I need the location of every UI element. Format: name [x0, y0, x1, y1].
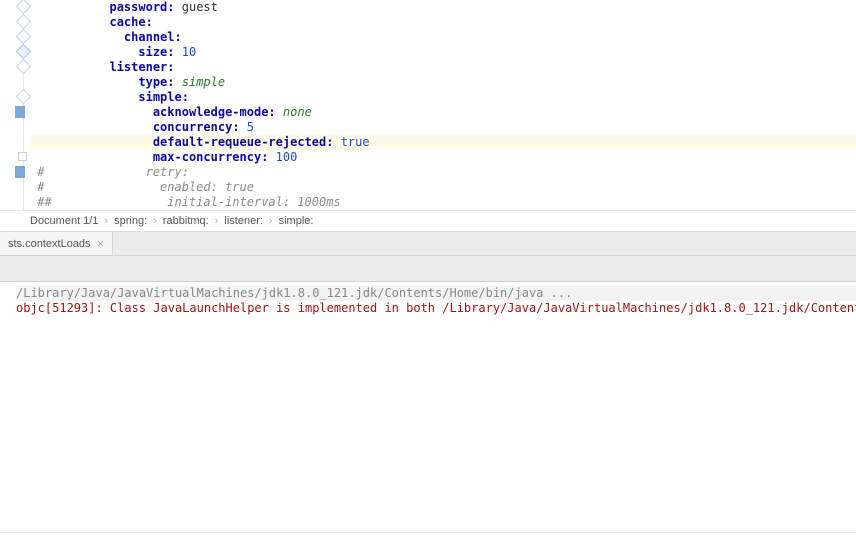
code-line[interactable]: # enabled: true	[30, 180, 856, 195]
code-comment: ## initial-interval: 1000ms	[30, 195, 341, 209]
code-line[interactable]: concurrency: 5	[30, 120, 856, 135]
chevron-right-icon: ›	[215, 215, 219, 227]
colon: :	[167, 0, 174, 14]
colon: :	[232, 120, 239, 134]
fold-end-marker[interactable]	[18, 152, 27, 161]
indent	[30, 120, 153, 134]
close-icon[interactable]: ×	[97, 237, 105, 250]
gutter[interactable]	[0, 0, 30, 210]
yaml-value: simple	[182, 75, 225, 89]
fold-marker[interactable]	[16, 29, 32, 45]
yaml-key: acknowledge-mode	[153, 105, 269, 119]
caret-gutter-mark	[15, 166, 25, 178]
indent	[30, 150, 153, 164]
indent	[30, 45, 138, 59]
console[interactable]: /Library/Java/JavaVirtualMachines/jdk1.8…	[0, 282, 856, 532]
breadcrumb-part[interactable]: listener:	[224, 215, 263, 227]
yaml-value: 10	[182, 45, 196, 59]
caret-gutter-mark	[15, 106, 25, 118]
yaml-key: type	[138, 75, 167, 89]
fold-marker[interactable]	[16, 0, 32, 14]
yaml-value: true	[341, 135, 370, 149]
yaml-value: guest	[182, 0, 218, 14]
yaml-key: simple	[138, 90, 181, 104]
colon: :	[182, 90, 189, 104]
colon: :	[268, 105, 275, 119]
yaml-key: listener	[109, 60, 167, 74]
console-line: /Library/Java/JavaVirtualMachines/jdk1.8…	[16, 286, 856, 301]
chevron-right-icon: ›	[153, 215, 157, 227]
yaml-key: password	[109, 0, 167, 14]
indent	[30, 0, 109, 14]
chevron-right-icon: ›	[104, 215, 108, 227]
code-line[interactable]: ## initial-interval: 1000ms	[30, 195, 856, 210]
yaml-key: default-requeue-rejected	[153, 135, 326, 149]
code-line[interactable]: simple:	[30, 90, 856, 105]
code-line[interactable]: password: guest	[30, 0, 856, 15]
code-line[interactable]: size: 10	[30, 45, 856, 60]
code-comment: # retry:	[30, 165, 189, 179]
colon: :	[167, 60, 174, 74]
tool-window-header	[0, 256, 856, 282]
code-line[interactable]: acknowledge-mode: none	[30, 105, 856, 120]
indent	[30, 60, 109, 74]
yaml-value: 5	[247, 120, 254, 134]
yaml-key: size	[138, 45, 167, 59]
yaml-key: concurrency	[153, 120, 232, 134]
code-line[interactable]: # retry:	[30, 165, 856, 180]
code-line[interactable]: default-requeue-rejected: true	[30, 135, 856, 150]
yaml-key: max-concurrency	[153, 150, 261, 164]
console-line: objc[51293]: Class JavaLaunchHelper is i…	[16, 301, 856, 316]
breadcrumb-part[interactable]: rabbitmq:	[163, 215, 209, 227]
fold-marker[interactable]	[16, 89, 32, 105]
indent	[30, 135, 153, 149]
code-area[interactable]: password: guest cache: channel: size: 10…	[30, 0, 856, 210]
tool-window-tabs: sts.contextLoads ×	[0, 232, 856, 256]
indent	[30, 105, 153, 119]
editor[interactable]: password: guest cache: channel: size: 10…	[0, 0, 856, 210]
code-comment: # enabled: true	[30, 180, 254, 194]
yaml-key: cache	[109, 15, 145, 29]
yaml-value: 100	[276, 150, 298, 164]
yaml-value: none	[283, 105, 312, 119]
breadcrumb[interactable]: Document 1/1 › spring: › rabbitmq: › lis…	[0, 210, 856, 232]
breadcrumb-part[interactable]: simple:	[279, 215, 314, 227]
chevron-right-icon: ›	[269, 215, 273, 227]
colon: :	[167, 45, 174, 59]
colon: :	[167, 75, 174, 89]
ide-root: password: guest cache: channel: size: 10…	[0, 0, 856, 536]
yaml-key: channel	[124, 30, 175, 44]
fold-marker[interactable]	[16, 44, 32, 60]
code-line[interactable]: max-concurrency: 100	[30, 150, 856, 165]
code-line[interactable]: channel:	[30, 30, 856, 45]
colon: :	[146, 15, 153, 29]
code-line[interactable]: type: simple	[30, 75, 856, 90]
code-line[interactable]: listener:	[30, 60, 856, 75]
code-line[interactable]: cache:	[30, 15, 856, 30]
indent	[30, 90, 138, 104]
status-bar	[0, 532, 856, 536]
colon: :	[175, 30, 182, 44]
indent	[30, 75, 138, 89]
breadcrumb-doc[interactable]: Document 1/1	[30, 215, 98, 227]
indent	[30, 15, 109, 29]
fold-marker[interactable]	[16, 59, 32, 75]
breadcrumb-part[interactable]: spring:	[114, 215, 147, 227]
fold-marker[interactable]	[16, 14, 32, 30]
indent	[30, 30, 124, 44]
tab-label: sts.contextLoads	[8, 238, 91, 250]
tab-context-loads[interactable]: sts.contextLoads ×	[0, 232, 113, 255]
